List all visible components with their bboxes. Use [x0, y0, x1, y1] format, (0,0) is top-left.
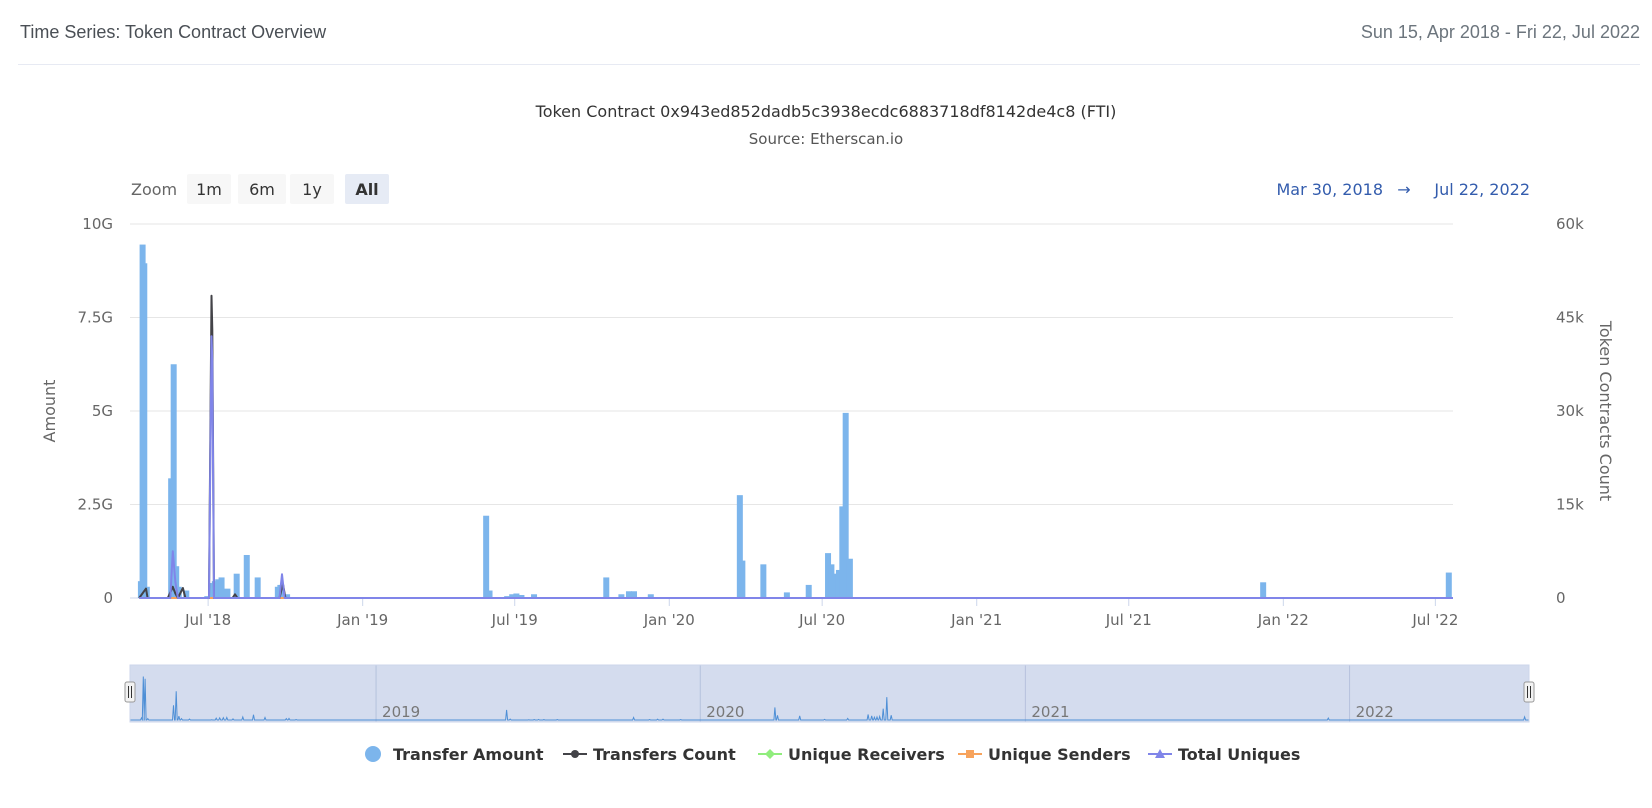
transfer-amount-bar[interactable] — [243, 554, 250, 598]
transfer-amount-bar[interactable] — [739, 560, 746, 598]
transfer-amount-bar[interactable] — [631, 591, 637, 598]
x-tick-label: Jul '21 — [1105, 611, 1152, 629]
y2-axis-label: Token Contracts Count — [1596, 320, 1615, 501]
transfer-amount-series — [137, 244, 1452, 598]
range-to-date[interactable]: Jul 22, 2022 — [1433, 180, 1530, 199]
legend-label: Unique Senders — [988, 745, 1131, 764]
zoom-button-label: 1y — [302, 180, 322, 199]
y-tick-label: 2.5G — [78, 496, 113, 514]
y-tick-label: 0 — [103, 589, 113, 607]
zoom-button-label: 6m — [249, 180, 275, 199]
chart-subtitle: Source: Etherscan.io — [749, 130, 903, 148]
zoom-label: Zoom — [131, 180, 177, 199]
x-tick-label: Jan '19 — [336, 611, 388, 629]
transfer-amount-bar[interactable] — [1445, 572, 1452, 598]
navigator-year-label: 2019 — [382, 703, 420, 721]
x-tick-label: Jan '20 — [643, 611, 695, 629]
x-tick-label: Jan '22 — [1257, 611, 1309, 629]
y-tick-label: 7.5G — [78, 309, 113, 327]
handle-body[interactable] — [124, 681, 136, 703]
y2-tick-label: 15k — [1556, 496, 1584, 514]
total-uniques-line[interactable] — [139, 335, 1453, 599]
transfer-amount-bar[interactable] — [254, 577, 261, 598]
navigator-selection[interactable] — [130, 665, 1529, 722]
legend-label: Transfer Amount — [393, 745, 544, 764]
y2-tick-label: 60k — [1556, 215, 1584, 233]
handle-body[interactable] — [1523, 681, 1535, 703]
transfers-count-line[interactable] — [138, 294, 1453, 599]
navigator-year-label: 2020 — [706, 703, 744, 721]
transfer-amount-bar[interactable] — [846, 558, 853, 598]
transfer-amount-bar[interactable] — [141, 263, 148, 598]
legend-item-unique-senders[interactable]: Unique Senders — [958, 745, 1131, 764]
legend-item-transfers-count[interactable]: Transfers Count — [563, 745, 736, 764]
navigator-year-label: 2022 — [1356, 703, 1394, 721]
zoom-button-label: All — [355, 180, 378, 199]
transfer-amount-bar[interactable] — [218, 577, 225, 598]
x-tick-label: Jul '22 — [1411, 611, 1458, 629]
legend-item-unique-receivers[interactable]: Unique Receivers — [758, 745, 945, 764]
y2-tick-label: 0 — [1556, 589, 1566, 607]
transfer-amount-bar[interactable] — [224, 588, 231, 598]
navigator-handle-left[interactable] — [124, 681, 136, 703]
transfer-amount-bar[interactable] — [1260, 582, 1267, 598]
legend-symbol — [966, 750, 974, 758]
legend-label: Unique Receivers — [788, 745, 945, 764]
transfer-amount-bar[interactable] — [483, 515, 490, 598]
navigator-handle-right[interactable] — [1523, 681, 1535, 703]
y2-tick-label: 45k — [1556, 309, 1584, 327]
navigator-year-label: 2021 — [1031, 703, 1069, 721]
legend-item-total-uniques[interactable]: Total Uniques — [1148, 745, 1300, 764]
y-tick-label: 10G — [82, 215, 113, 233]
legend-symbol — [765, 749, 775, 759]
range-arrow: → — [1397, 180, 1410, 199]
transfer-amount-bar[interactable] — [486, 590, 493, 598]
range-from-date[interactable]: Mar 30, 2018 — [1276, 180, 1383, 199]
transfer-amount-bar[interactable] — [603, 577, 610, 598]
zoom-button-label: 1m — [196, 180, 222, 199]
legend-label: Total Uniques — [1178, 745, 1300, 764]
legend-label: Transfers Count — [593, 745, 736, 764]
chart-title: Token Contract 0x943ed852dadb5c3938ecdc6… — [535, 102, 1117, 121]
transfer-amount-bar[interactable] — [805, 584, 812, 598]
y2-tick-label: 30k — [1556, 402, 1584, 420]
x-tick-label: Jul '19 — [491, 611, 538, 629]
x-tick-label: Jul '20 — [798, 611, 845, 629]
y-axis-label: Amount — [40, 380, 59, 443]
transfer-amount-bar[interactable] — [760, 564, 767, 598]
time-series-chart: Token Contract 0x943ed852dadb5c3938ecdc6… — [40, 102, 1615, 764]
x-tick-label: Jan '21 — [950, 611, 1002, 629]
x-tick-label: Jul '18 — [184, 611, 231, 629]
legend-symbol — [571, 750, 579, 758]
legend-item-transfer-amount[interactable]: Transfer Amount — [365, 745, 544, 764]
legend-symbol — [365, 746, 381, 762]
y-tick-label: 5G — [92, 402, 113, 420]
